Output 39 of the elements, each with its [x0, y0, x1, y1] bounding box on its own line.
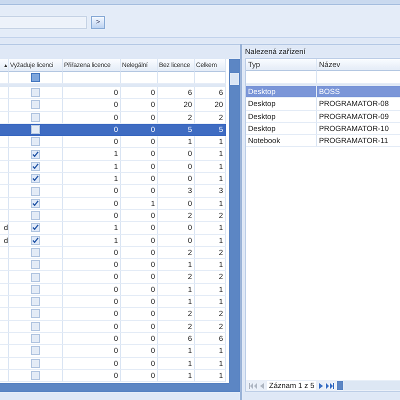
checkbox[interactable]: [31, 358, 40, 368]
checkbox[interactable]: [31, 162, 40, 171]
filter-cell[interactable]: [158, 72, 195, 84]
checkbox[interactable]: [31, 260, 40, 270]
previous-page-icon[interactable]: [260, 382, 264, 388]
checkbox[interactable]: [31, 223, 40, 232]
vertical-scrollbar[interactable]: [229, 59, 240, 383]
filter-cell[interactable]: [195, 72, 226, 84]
checkbox[interactable]: [31, 309, 40, 318]
checkbox[interactable]: [31, 297, 40, 306]
filter-cell[interactable]: [121, 72, 158, 84]
checkbox[interactable]: [31, 346, 40, 356]
checkbox[interactable]: [31, 322, 40, 331]
checkbox[interactable]: [31, 88, 40, 98]
checkbox[interactable]: [31, 272, 40, 282]
checkbox[interactable]: [31, 236, 40, 245]
checkbox[interactable]: [31, 370, 40, 380]
checkbox[interactable]: [31, 112, 40, 122]
last-page-icon[interactable]: [326, 382, 334, 388]
filter-cell[interactable]: [63, 72, 121, 84]
splitter-handle[interactable]: [240, 44, 242, 400]
checkbox[interactable]: [31, 125, 40, 134]
horizontal-scrollbar[interactable]: [337, 381, 400, 390]
checkbox[interactable]: [31, 284, 40, 294]
search-field[interactable]: [0, 16, 87, 28]
checkbox[interactable]: [31, 150, 40, 159]
first-page-icon[interactable]: [249, 382, 257, 388]
filter-checkbox-icon[interactable]: [31, 73, 40, 82]
checkbox[interactable]: [31, 186, 40, 196]
checkbox[interactable]: [31, 211, 40, 220]
checkbox[interactable]: [31, 248, 40, 257]
checkbox[interactable]: [31, 198, 40, 208]
checkbox[interactable]: [31, 100, 40, 110]
checkbox[interactable]: [31, 137, 40, 146]
horizontal-scrollbar[interactable]: [0, 383, 240, 392]
checkbox[interactable]: [31, 174, 40, 184]
filter-cell[interactable]: [246, 71, 317, 84]
checkbox[interactable]: [31, 334, 40, 344]
next-page-icon[interactable]: [319, 382, 324, 388]
